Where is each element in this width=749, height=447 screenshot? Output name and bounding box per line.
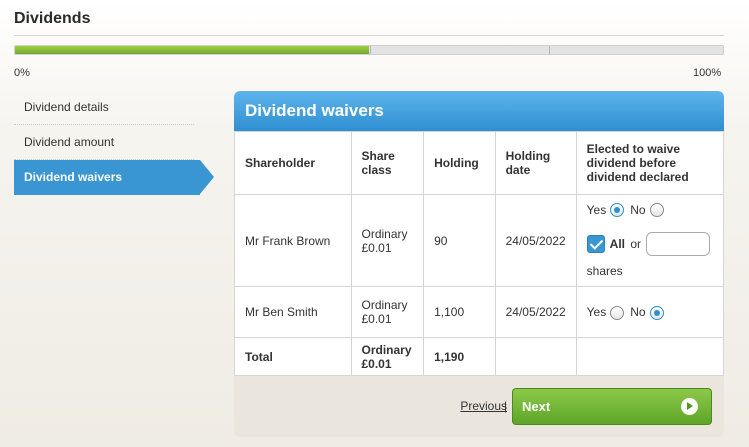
shares-input[interactable] bbox=[646, 231, 711, 256]
progress-tick bbox=[370, 46, 371, 54]
previous-link[interactable]: Previous bbox=[460, 399, 507, 413]
holding-date-cell: 24/05/2022 bbox=[494, 286, 577, 338]
progress-fill bbox=[15, 46, 369, 54]
panel-footer: Previous | Next bbox=[234, 377, 724, 437]
waive-cell: Yes No All or shares bbox=[575, 194, 724, 287]
step-nav: Dividend details Dividend amount Dividen… bbox=[14, 90, 214, 195]
waivers-panel: Dividend waivers Shareholder Share class… bbox=[234, 91, 724, 437]
step-dividend-waivers[interactable]: Dividend waivers bbox=[14, 160, 214, 195]
step-dividend-details[interactable]: Dividend details bbox=[14, 90, 194, 125]
next-button[interactable]: Next bbox=[512, 388, 712, 425]
holding-cell: 90 bbox=[423, 194, 496, 287]
all-shares-checkbox[interactable] bbox=[586, 234, 605, 253]
total-holding: 1,190 bbox=[423, 337, 496, 376]
total-empty-cell bbox=[494, 337, 577, 376]
table-header-row: Shareholder Share class Holding Holding … bbox=[234, 131, 724, 195]
yes-radio[interactable] bbox=[610, 305, 625, 320]
title-divider bbox=[14, 35, 724, 36]
panel-title: Dividend waivers bbox=[234, 91, 724, 131]
no-radio[interactable] bbox=[649, 305, 664, 320]
or-label: or bbox=[630, 236, 642, 251]
shares-label: shares bbox=[586, 263, 623, 278]
arrow-right-icon bbox=[681, 398, 698, 415]
column-header-share-class: Share class bbox=[350, 131, 425, 195]
share-class-cell: Ordinary £0.01 bbox=[350, 194, 425, 287]
page-title: Dividends bbox=[14, 10, 91, 27]
total-share-class: Ordinary £0.01 bbox=[350, 337, 425, 376]
total-empty-cell bbox=[575, 337, 724, 376]
no-label: No bbox=[630, 202, 646, 217]
column-header-shareholder: Shareholder bbox=[234, 131, 352, 195]
column-header-elected-to-waive: Elected to waive dividend before dividen… bbox=[575, 131, 724, 195]
progress-tick bbox=[549, 46, 550, 54]
share-class-cell: Ordinary £0.01 bbox=[350, 286, 425, 338]
next-button-label: Next bbox=[522, 399, 551, 414]
progress-min-label: 0% bbox=[14, 67, 30, 79]
shareholder-cell: Mr Frank Brown bbox=[234, 194, 352, 287]
shareholder-cell: Mr Ben Smith bbox=[234, 286, 352, 338]
waive-radio-group: Yes No bbox=[587, 200, 713, 220]
total-label: Total bbox=[234, 337, 352, 376]
yes-label: Yes bbox=[586, 305, 607, 319]
holding-date-cell: 24/05/2022 bbox=[494, 194, 577, 287]
holding-cell: 1,100 bbox=[423, 286, 496, 338]
total-row: Total Ordinary £0.01 1,190 bbox=[234, 337, 724, 376]
table-row: Mr Ben Smith Ordinary £0.01 1,100 24/05/… bbox=[234, 286, 724, 338]
yes-radio[interactable] bbox=[610, 203, 625, 218]
footer-separator: | bbox=[504, 399, 508, 413]
waive-radio-group: Yes No bbox=[587, 302, 713, 322]
waivers-table: Shareholder Share class Holding Holding … bbox=[234, 131, 724, 376]
yes-label: Yes bbox=[586, 202, 607, 217]
column-header-holding: Holding bbox=[423, 131, 496, 195]
column-header-holding-date: Holding date bbox=[494, 131, 577, 195]
waive-cell: Yes No bbox=[575, 286, 724, 338]
table-row: Mr Frank Brown Ordinary £0.01 90 24/05/2… bbox=[234, 194, 724, 287]
no-label: No bbox=[630, 305, 646, 319]
no-radio[interactable] bbox=[649, 203, 664, 218]
progress-bar bbox=[14, 45, 724, 55]
waive-amount-row: All or shares bbox=[586, 231, 713, 282]
step-dividend-amount[interactable]: Dividend amount bbox=[14, 125, 194, 160]
all-label: All bbox=[609, 236, 625, 251]
progress-max-label: 100% bbox=[693, 67, 722, 79]
